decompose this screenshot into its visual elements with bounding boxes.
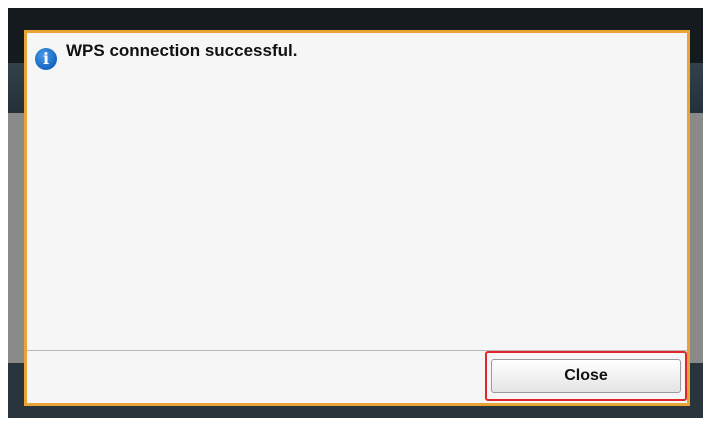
info-icon: i [35, 48, 57, 70]
dialog-message-row: i WPS connection successful. [35, 41, 297, 70]
close-button[interactable]: Close [491, 359, 681, 393]
close-button-highlight: Close [485, 351, 687, 401]
dialog-message: WPS connection successful. [66, 41, 298, 60]
printer-panel-screen: i WPS connection successful. Close [8, 8, 703, 418]
wps-result-dialog: i WPS connection successful. Close [24, 30, 690, 406]
